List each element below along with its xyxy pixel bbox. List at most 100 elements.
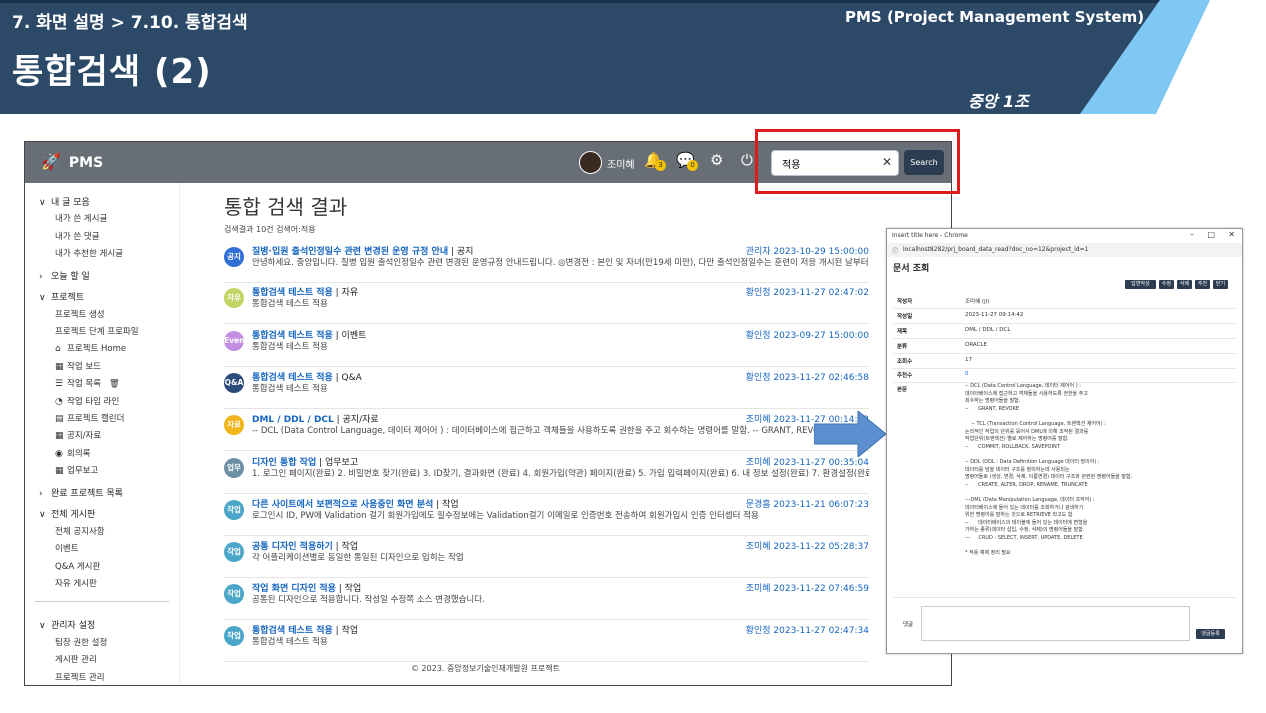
result-count: 검색결과 10건 검색어:적용: [224, 225, 316, 234]
user-settings-icon[interactable]: ⚙: [710, 151, 723, 169]
field-divider: [893, 338, 1236, 339]
sidebar-item-my-recommended[interactable]: 내가 추천한 게시글: [55, 247, 123, 259]
field-divider: [893, 368, 1236, 369]
field-label: 작성자: [897, 299, 913, 305]
field-label: 조회수: [897, 359, 913, 365]
result-row[interactable]: 작업 통합검색 테스트 적용 | 작업 통합검색 테스트 적용 황인정 2023-11…: [224, 621, 869, 662]
header-decoration: [1080, 0, 1266, 114]
result-content: 통합검색 테스트 적용: [252, 299, 328, 309]
category-badge: Event: [224, 331, 248, 351]
app-window: 🚀PMS 조미혜 🔔 3 💬 0 ⚙ ⏻ ✕ Search ∨내 글 모음 내가…: [24, 141, 952, 686]
field-value: 조미혜 (jl): [965, 299, 990, 305]
sidebar-item-team-lead[interactable]: 팀장 권한 설정: [55, 636, 107, 648]
sidebar-section-today[interactable]: › 오늘 할 일: [39, 269, 90, 282]
popup-addressbar[interactable]: ⓘ localhost8282/prj_board_data_read?doc_…: [887, 243, 1242, 257]
sidebar-item-my-comments[interactable]: 내가 쓴 댓글: [55, 230, 100, 242]
chevron-right-icon: ›: [39, 489, 43, 499]
chevron-right-icon: ›: [39, 272, 43, 282]
page-title: 통합 검색 결과: [224, 195, 348, 219]
maximize-icon[interactable]: □: [1207, 230, 1215, 239]
field-value: 2023-11-27 09:14:42: [965, 312, 1024, 318]
sidebar-section-admin[interactable]: ∨ 관리자 설정: [39, 618, 95, 631]
sidebar-item-event[interactable]: 이벤트: [55, 542, 78, 554]
sidebar-section-completed[interactable]: › 완료 프로젝트 목록: [39, 486, 123, 499]
close-icon[interactable]: ✕: [1228, 230, 1235, 239]
sidebar-item-project-stage[interactable]: 프로젝트 단계 프로파일: [55, 325, 139, 337]
edit-button[interactable]: 수정: [1159, 280, 1174, 289]
brand-label: PMS: [68, 155, 104, 171]
result-row[interactable]: 공지 질병·입원 출석인정일수 관련 변경된 운영 규정 안내 | 공지 안녕하세요…: [224, 242, 869, 283]
result-row[interactable]: 작업 공통 디자인 적용하기 | 작업 각 어플리케이션별로 동일한 통일된 디자인…: [224, 537, 869, 578]
field-divider: [893, 323, 1236, 324]
category-badge: Q&A: [224, 373, 244, 393]
sidebar-item-project-home[interactable]: ⌂ 프로젝트 Home: [55, 342, 126, 354]
result-content: 안녕하세요. 중앙입니다. 질병 입원 출석인정일수 관련 변경된 운영규정 안…: [252, 258, 869, 268]
sidebar-item-project-calendar[interactable]: ▤ 프로젝트 캘린더: [55, 412, 124, 424]
close-button[interactable]: 닫기: [1213, 280, 1228, 289]
sidebar-item-all-notice[interactable]: 전체 공지사항: [55, 525, 105, 537]
sidebar-item-meeting[interactable]: ◉ 회의록: [55, 447, 90, 459]
field-divider: [893, 353, 1236, 354]
sidebar-section-all-boards[interactable]: ∨ 전체 게시판: [39, 507, 95, 520]
bell-badge: 3: [655, 160, 666, 171]
result-row[interactable]: Event 통합검색 테스트 적용 | 이벤트 통합검색 테스트 적용 황인정 202…: [224, 326, 869, 367]
comment-textarea[interactable]: [921, 606, 1190, 641]
sidebar-item-notice[interactable]: ▦ 공지/자료: [55, 429, 101, 441]
result-content: 통합검색 테스트 적용: [252, 342, 328, 352]
power-icon[interactable]: ⏻: [741, 151, 753, 169]
popup-body: -- DCL (Data Control Language, 데이터 제어어 )…: [965, 383, 1133, 557]
result-row[interactable]: 작업 다른 사이트에서 보편적으로 사용중인 화면 분석 | 작업 로그인시 ID,…: [224, 495, 869, 536]
delete-button[interactable]: 삭제: [1177, 280, 1192, 289]
sidebar-divider: [35, 601, 169, 602]
recommend-button[interactable]: 추천: [1195, 280, 1210, 289]
sidebar: ∨ 내 글 모음 내가 쓴 게시글 내가 쓴 댓글 내가 추천한 게시글 › 오늘 …: [25, 183, 180, 685]
popup-window-title: Insert title here - Chrome: [892, 232, 968, 239]
result-meta: 황인정 2023-11-27 02:46:58: [745, 373, 869, 383]
field-label: 작성일: [897, 314, 913, 320]
grid-icon: ▦: [55, 466, 64, 476]
category-badge: 작업: [224, 542, 244, 562]
result-content: -- DCL (Data Control Language, 데이터 제어어 )…: [252, 426, 831, 436]
field-label: 분류: [897, 344, 908, 350]
result-meta: 조미혜 2023-11-22 05:28:37: [745, 542, 869, 552]
grid-icon: ▦: [55, 362, 64, 372]
popup-titlebar: Insert title here - Chrome – □ ✕: [887, 229, 1242, 244]
result-content: 1. 로그인 페이지(완료) 2. 비밀번호 찾기(완료) 3. ID찾기, 결…: [252, 469, 869, 479]
result-content: 공통된 디자인으로 적용합니다. 작성일 수정쪽 소스 변경했습니다.: [252, 595, 485, 605]
result-row[interactable]: 작업 작업 화면 디자인 적용 | 작업 공통된 디자인으로 적용합니다. 작성일 …: [224, 579, 869, 620]
trash-icon[interactable]: 🗑: [109, 379, 120, 389]
sidebar-item-task-list[interactable]: ☰ 작업 목록 🗑: [55, 377, 120, 389]
result-row[interactable]: 자유 통합검색 테스트 적용 | 자유 통합검색 테스트 적용 황인정 2023-11…: [224, 283, 869, 324]
document-popup: Insert title here - Chrome – □ ✕ ⓘ local…: [886, 228, 1243, 654]
popup-divider: [893, 597, 1236, 598]
list-icon: ☰: [55, 379, 64, 389]
result-content: 통합검색 테스트 적용: [252, 637, 328, 647]
result-row[interactable]: 자료 DML / DDL / DCL | 공지/자료 -- DCL (Data Co…: [224, 410, 869, 451]
home-icon: ⌂: [55, 344, 61, 354]
comment-submit-button[interactable]: 댓글등록: [1196, 629, 1225, 639]
brand[interactable]: 🚀 PMS: [41, 152, 103, 171]
sidebar-item-task-timeline[interactable]: ◔ 작업 타임 라인: [55, 395, 119, 407]
slide-title: 통합검색 (2): [12, 52, 212, 92]
sidebar-item-task-board[interactable]: ▦ 작업 보드: [55, 360, 101, 372]
user-name[interactable]: 조미혜: [607, 156, 635, 171]
sidebar-section-my-posts[interactable]: ∨ 내 글 모음: [39, 195, 90, 208]
field-value: ORACLE: [965, 342, 987, 348]
result-row[interactable]: 업무 디자인 통합 작업 | 업무보고 1. 로그인 페이지(완료) 2. 비밀번호…: [224, 453, 869, 494]
result-meta: 문경흠 2023-11-21 06:07:23: [745, 500, 869, 510]
sidebar-item-free[interactable]: 자유 게시판: [55, 577, 97, 589]
sidebar-item-qna[interactable]: Q&A 게시판: [55, 560, 100, 572]
sidebar-item-board-mgmt[interactable]: 게시판 관리: [55, 653, 97, 665]
sidebar-item-project-create[interactable]: 프로젝트 생성: [55, 308, 105, 320]
sidebar-item-work-report[interactable]: ▦ 업무보고: [55, 464, 98, 476]
sidebar-section-projects[interactable]: ∨ 프로젝트: [39, 290, 84, 303]
sidebar-item-my-written[interactable]: 내가 쓴 게시글: [55, 212, 107, 224]
field-label: 제목: [897, 329, 908, 335]
avatar[interactable]: [579, 151, 602, 174]
result-row[interactable]: Q&A 통합검색 테스트 적용 | Q&A 통합검색 테스트 적용 황인정 2023-…: [224, 368, 869, 409]
reply-button[interactable]: 답변작성: [1125, 280, 1156, 289]
sidebar-item-project-mgmt[interactable]: 프로젝트 관리: [55, 671, 105, 683]
result-meta: 관리자 2023-10-29 15:00:00: [745, 247, 869, 257]
result-meta: 황인정 2023-09-27 15:00:00: [745, 331, 869, 341]
minimize-icon[interactable]: –: [1190, 230, 1194, 239]
